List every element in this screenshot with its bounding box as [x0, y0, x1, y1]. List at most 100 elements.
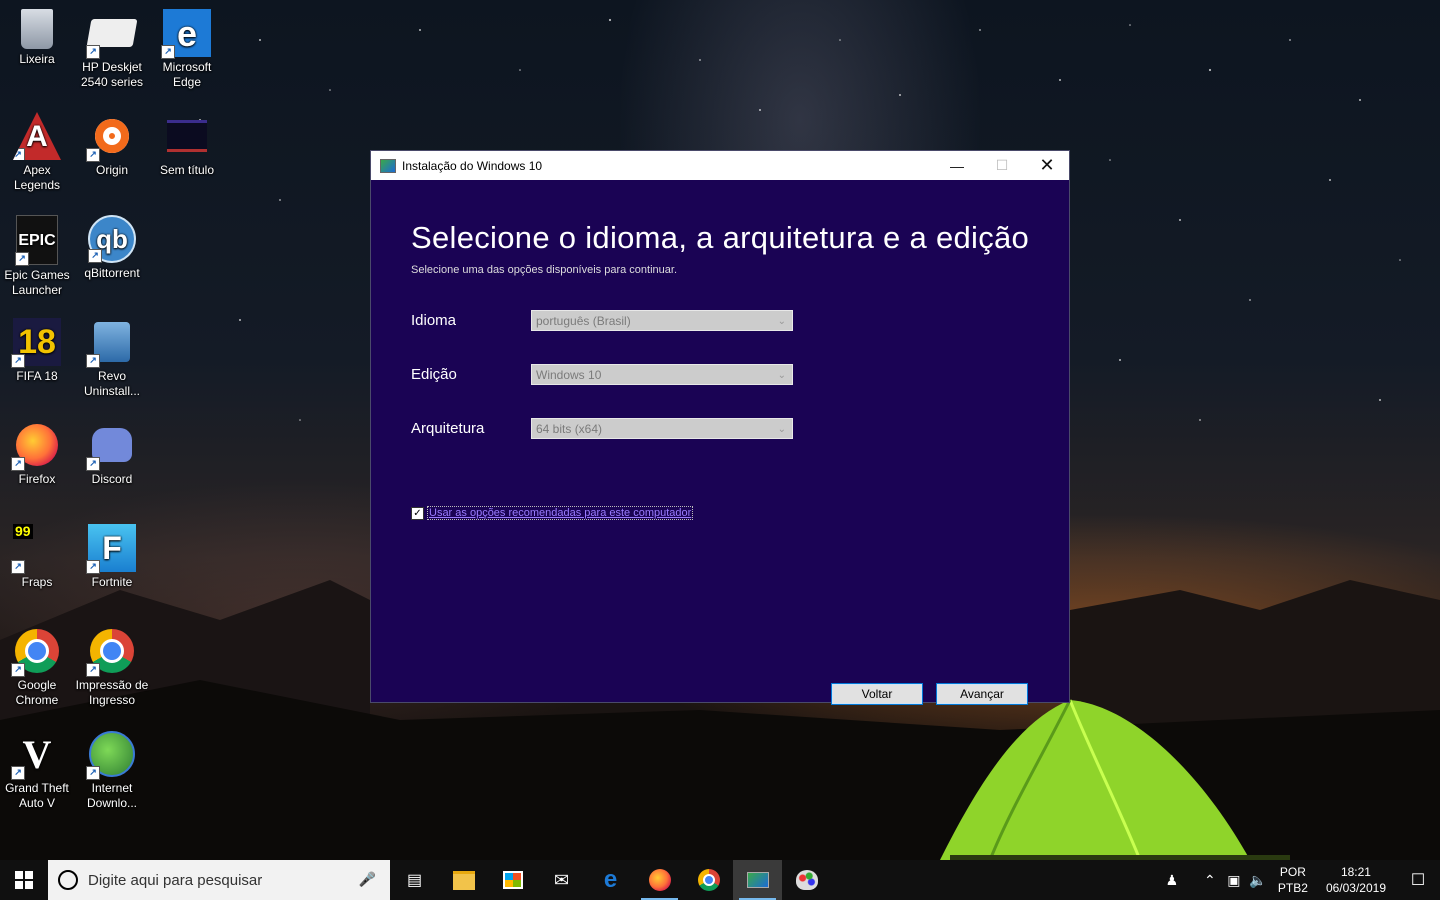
clock[interactable]: 18:21 06/03/2019	[1326, 864, 1386, 896]
language-value: português (Brasil)	[536, 314, 631, 328]
desktop-icon-recycle-bin[interactable]: Lixeira	[0, 3, 74, 99]
desktop-icon-label: Microsoft Edge	[162, 60, 212, 89]
qbittorrent-icon: qb ↗	[88, 215, 136, 263]
cortana-icon	[58, 870, 78, 890]
chrome-icon: ↗	[86, 627, 136, 677]
desktop-icon-qbittorrent[interactable]: qb ↗ qBittorrent	[75, 209, 149, 305]
architecture-value: 64 bits (x64)	[536, 422, 603, 436]
recycle-bin-icon	[21, 9, 53, 49]
desktop-icon-label: Lixeira	[19, 52, 55, 66]
chevron-down-icon: ⌄	[777, 424, 786, 435]
recommended-options-checkbox[interactable]: ✓	[411, 506, 424, 520]
desktop-icon-firefox[interactable]: ↗ Firefox	[0, 415, 74, 511]
fortnite-icon: F ↗	[86, 524, 136, 574]
desktop-icon-label: Sem título	[159, 163, 215, 177]
window-title: Instalação do Windows 10	[402, 158, 543, 173]
desktop-icon-label: Firefox	[18, 472, 56, 486]
firefox-taskbar-icon[interactable]	[635, 860, 684, 900]
desktop-icon-label: Fortnite	[91, 575, 133, 589]
desktop-icon-label: Impressão de Ingresso	[75, 678, 149, 707]
desktop-icon-label: Discord	[91, 472, 133, 486]
maximize-button[interactable]: ☐	[979, 151, 1025, 180]
architecture-label: Arquitetura	[411, 420, 485, 437]
network-icon[interactable]: ▣	[1222, 872, 1246, 889]
desktop-icon-discord[interactable]: ↗ Discord	[75, 415, 149, 511]
desktop-icon-printer[interactable]: ↗ HP Deskjet 2540 series	[75, 3, 149, 99]
system-tray: ♟ ⌃ ▣ 🔈 POR PTB2 18:21 06/03/2019 ☐	[1160, 860, 1440, 900]
image-file-icon	[163, 112, 211, 160]
desktop-icon-gta[interactable]: V ↗ Grand Theft Auto V	[0, 724, 74, 820]
media-creation-tool-taskbar-icon[interactable]	[733, 860, 782, 900]
desktop-icon-sem-titulo[interactable]: Sem título	[150, 106, 224, 202]
volume-icon[interactable]: 🔈	[1246, 872, 1270, 889]
media-creation-tool-icon	[380, 158, 396, 173]
recommended-options-label[interactable]: Usar as opções recomendadas para este co…	[427, 506, 694, 520]
desktop-icon-chrome[interactable]: ↗ Google Chrome	[0, 621, 74, 717]
desktop-icon-idm[interactable]: ↗ Internet Downlo...	[75, 724, 149, 820]
setup-window[interactable]: Instalação do Windows 10 — ☐ ✕ Selecione…	[370, 150, 1070, 705]
desktop-icon-label: Fraps	[21, 575, 53, 589]
architecture-select[interactable]: 64 bits (x64) ⌄	[531, 418, 793, 439]
chevron-down-icon: ⌄	[777, 316, 786, 327]
edition-select[interactable]: Windows 10 ⌄	[531, 364, 793, 385]
desktop-icon-label: Apex Legends	[13, 163, 61, 192]
title-bar[interactable]: Instalação do Windows 10 — ☐ ✕	[371, 151, 1069, 180]
edge-icon: e ↗	[161, 9, 211, 59]
language-label: Idioma	[411, 312, 457, 329]
desktop-icon-label: Internet Downlo...	[86, 781, 138, 810]
clock-time: 18:21	[1340, 865, 1371, 879]
desktop-icon-label: Origin	[95, 163, 128, 177]
people-icon[interactable]: ♟	[1160, 872, 1184, 889]
windows-logo-icon	[15, 871, 33, 889]
desktop-icon-label: HP Deskjet 2540 series	[80, 60, 144, 89]
back-button[interactable]: Voltar	[831, 683, 923, 705]
recommended-options-row[interactable]: ✓ Usar as opções recomendadas para este …	[411, 506, 694, 520]
desktop-icon-fifa[interactable]: 18 ↗ FIFA 18	[0, 312, 74, 408]
desktop-icon-epic[interactable]: EPIC ↗ Epic Games Launcher	[0, 209, 74, 305]
search-placeholder: Digite aqui para pesquisar	[88, 871, 263, 889]
mail-icon[interactable]: ✉	[537, 860, 586, 900]
clock-date: 06/03/2019	[1325, 881, 1386, 895]
minimize-button[interactable]: —	[934, 151, 980, 180]
edition-label: Edição	[411, 366, 457, 383]
page-subtitle: Selecione uma das opções disponíveis par…	[411, 264, 678, 276]
desktop-icon-edge[interactable]: e ↗ Microsoft Edge	[150, 3, 224, 99]
store-icon[interactable]	[488, 860, 537, 900]
chevron-up-icon[interactable]: ⌃	[1198, 872, 1222, 889]
desktop-icon-label: FIFA 18	[16, 369, 58, 383]
desktop-icon-origin[interactable]: ↗ Origin	[75, 106, 149, 202]
epic-games-icon: EPIC ↗	[15, 215, 58, 266]
notifications-icon[interactable]: ☐	[1396, 870, 1440, 890]
chrome-icon: ↗	[11, 627, 61, 677]
origin-icon: ↗	[86, 112, 136, 162]
discord-icon: ↗	[86, 421, 136, 471]
printer-icon: ↗	[86, 9, 138, 59]
desktop-icon-revo[interactable]: ↗ Revo Uninstall...	[75, 312, 149, 408]
desktop-icon-fraps[interactable]: 99 ↗ Fraps	[0, 518, 74, 614]
edge-taskbar-icon[interactable]: e	[586, 860, 635, 900]
desktop-icon-label: Google Chrome	[15, 678, 59, 707]
file-explorer-icon[interactable]	[439, 860, 488, 900]
firefox-icon: ↗	[11, 421, 61, 471]
next-button[interactable]: Avançar	[936, 683, 1028, 705]
taskbar: Digite aqui para pesquisar 🎤 ▤ ✉ e ♟ ⌃ ▣…	[0, 860, 1440, 900]
taskbar-search[interactable]: Digite aqui para pesquisar 🎤	[48, 860, 390, 900]
close-button[interactable]: ✕	[1024, 151, 1070, 180]
desktop-icon-fortnite[interactable]: F ↗ Fortnite	[75, 518, 149, 614]
gta-icon: V ↗	[11, 730, 61, 780]
desktop-icon-label: Epic Games Launcher	[4, 268, 70, 297]
page-title: Selecione o idioma, a arquitetura e a ed…	[411, 220, 1030, 255]
task-view-icon[interactable]: ▤	[390, 860, 439, 900]
idm-icon: ↗	[86, 730, 136, 780]
desktop-icon-impressao[interactable]: ↗ Impressão de Ingresso	[75, 621, 149, 717]
chrome-taskbar-icon[interactable]	[684, 860, 733, 900]
input-language[interactable]: POR PTB2	[1278, 864, 1308, 896]
desktop-icon-apex[interactable]: A ↗ Apex Legends	[0, 106, 74, 202]
start-button[interactable]	[0, 860, 48, 900]
microphone-icon[interactable]: 🎤	[359, 871, 376, 888]
language-select[interactable]: português (Brasil) ⌄	[531, 310, 793, 331]
fraps-icon: 99 ↗	[11, 524, 61, 574]
apex-icon: A ↗	[13, 112, 61, 160]
paint-icon[interactable]	[782, 860, 831, 900]
desktop-icon-label: Grand Theft Auto V	[5, 781, 69, 810]
